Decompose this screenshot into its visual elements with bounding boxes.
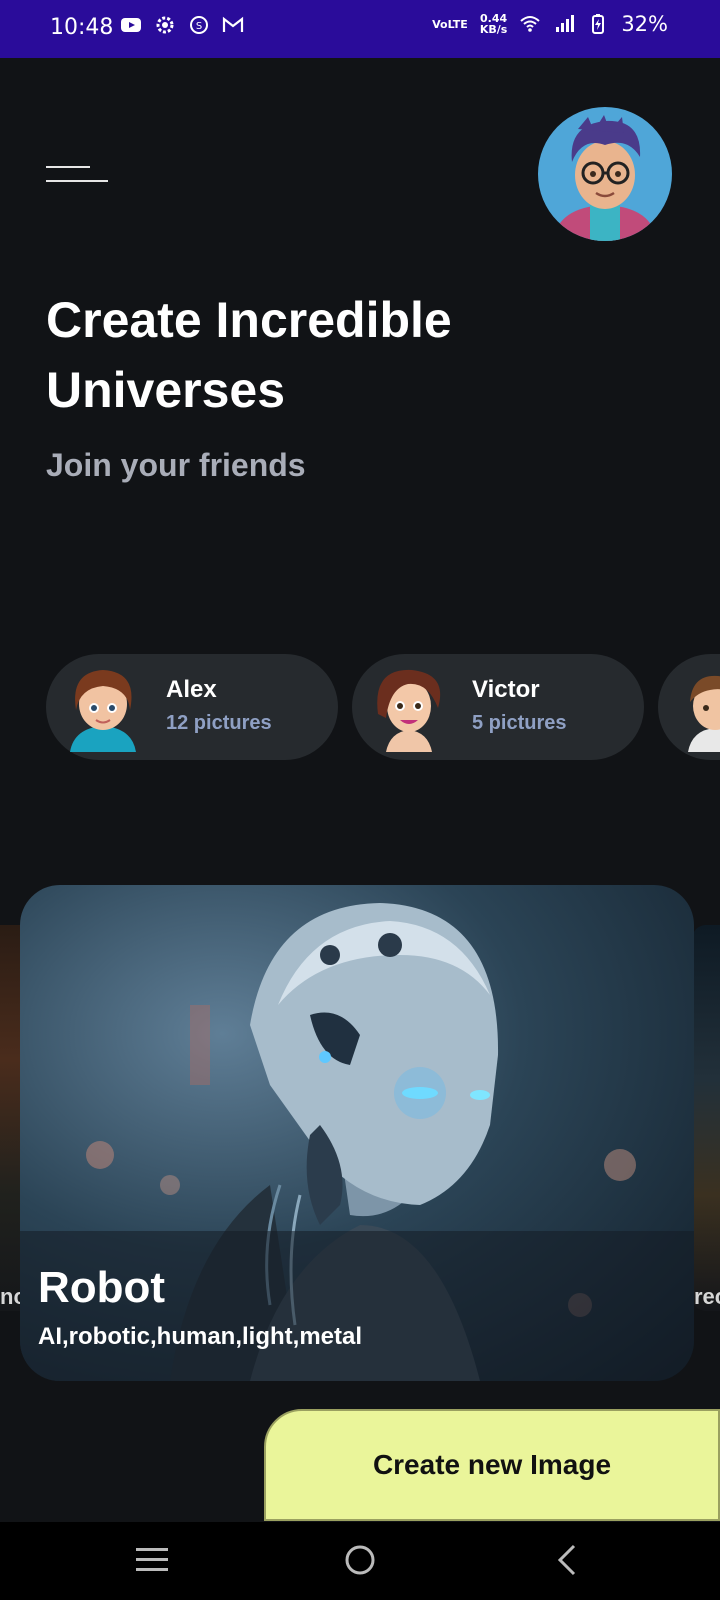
friend-name: Alex <box>166 676 217 703</box>
friend-chip-partial[interactable] <box>658 654 720 760</box>
battery-percent: 32% <box>621 12 668 36</box>
youtube-icon <box>121 18 141 32</box>
gmail-icon <box>222 16 244 32</box>
page-title: Create Incredible Universes <box>46 292 452 418</box>
friend-avatar <box>70 670 136 752</box>
signal-icon <box>556 15 575 32</box>
back-icon[interactable] <box>546 1538 590 1582</box>
friend-avatar <box>377 669 441 752</box>
menu-line-bottom <box>46 180 108 182</box>
status-bar: 10:48 S VoLTE 0.44 KB/s 32% <box>0 0 720 58</box>
network-type: VoLTE <box>432 17 468 31</box>
friend-chip-alex[interactable]: Alex 12 pictures <box>46 654 338 760</box>
friend-picture-count: 5 pictures <box>472 712 567 734</box>
user-avatar[interactable] <box>538 107 672 241</box>
system-nav-bar <box>0 1522 720 1600</box>
friend-picture-count: 12 pictures <box>166 712 272 734</box>
svg-text:S: S <box>196 21 202 32</box>
system-indicators: VoLTE 0.44 KB/s 32% <box>432 12 668 36</box>
hamburger-menu-icon[interactable] <box>46 166 110 186</box>
next-card-label: rec <box>694 1284 720 1309</box>
page-subtitle: Join your friends <box>46 447 306 483</box>
data-speed: 0.44 KB/s <box>480 13 507 35</box>
wifi-icon <box>520 16 540 32</box>
avatar-illustration <box>538 107 672 241</box>
create-new-image-button[interactable]: Create new Image <box>264 1409 720 1521</box>
friends-list: Alex 12 pictures Victor 5 pictures <box>46 654 720 762</box>
battery-charging-icon <box>592 14 605 34</box>
card-tags: AI,robotic,human,light,metal <box>38 1323 363 1350</box>
sync-icon: S <box>190 16 208 34</box>
gallery-card-next[interactable] <box>692 925 720 1311</box>
card-title: Robot <box>38 1263 166 1312</box>
featured-image-card[interactable]: Robot AI,robotic,human,light,metal <box>20 885 694 1381</box>
friend-chip-victor[interactable]: Victor 5 pictures <box>352 654 644 760</box>
settings-gear-icon <box>156 16 174 34</box>
data-speed-unit: KB/s <box>479 23 508 36</box>
notification-icons: S <box>120 14 244 36</box>
menu-line-top <box>46 166 90 168</box>
home-icon[interactable] <box>338 1538 382 1582</box>
status-time: 10:48 <box>50 15 114 40</box>
friend-name: Victor <box>472 676 540 703</box>
friend-avatar <box>688 675 720 752</box>
recent-apps-icon[interactable] <box>130 1538 174 1582</box>
